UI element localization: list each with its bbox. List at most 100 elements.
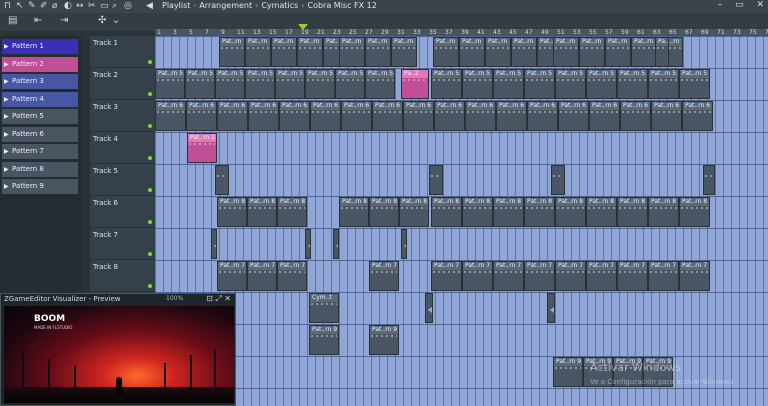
playlist-clip[interactable]: Pat..rn 1 <box>433 37 459 67</box>
playlist-clip[interactable]: Pat..rn 7 <box>462 261 493 291</box>
playlist-clip[interactable]: Pat..rn 6 <box>651 101 682 131</box>
pattern-select-icon[interactable]: ✣ <box>98 15 106 26</box>
playlist-clip[interactable]: Pat..rn 5 <box>462 69 493 99</box>
playlist-clip[interactable]: Pat..rn 1 <box>631 37 657 67</box>
track-mute-led[interactable] <box>148 92 152 96</box>
playlist-clip[interactable]: Pat..rn 8 <box>617 197 648 227</box>
playlist-clip[interactable]: Pat..rn 5 <box>215 69 245 99</box>
playlist-clip[interactable]: Pat..rn 8 <box>369 197 399 227</box>
track-mute-led[interactable] <box>148 220 152 224</box>
playlist-clip[interactable] <box>551 165 565 195</box>
playlist-clip[interactable]: Pat..rn 7 <box>493 261 524 291</box>
playlist-clip[interactable]: Pat..rn 8 <box>247 197 277 227</box>
playlist-clip[interactable]: Pat..rn 7 <box>431 261 462 291</box>
pattern-item[interactable]: ▶ Pattern 2 <box>2 56 78 72</box>
playlist-clip[interactable]: Pat..rn 8 <box>679 197 710 227</box>
playlist-clip[interactable]: Pat..rn 9 <box>553 357 583 387</box>
playlist-clip[interactable]: Pat..rn 1 <box>365 37 391 67</box>
track-mute-led[interactable] <box>148 60 152 64</box>
playlist-clip[interactable]: Pat..rn 8 <box>217 197 247 227</box>
track-header[interactable]: Track 5 <box>90 164 155 196</box>
pattern-item[interactable]: ▶ Pattern 8 <box>2 161 78 177</box>
playlist-clip[interactable]: Pat..rn 7 <box>217 261 247 291</box>
playlist-clip[interactable]: Pat..rn 6 <box>589 101 620 131</box>
playlist-clip[interactable]: Pat..rn 8 <box>648 197 679 227</box>
track-mute-led[interactable] <box>148 252 152 256</box>
slice-icon[interactable]: ✂ <box>88 1 96 11</box>
playlist-clip[interactable] <box>215 165 229 195</box>
playlist-clip[interactable]: Pat..rn 7 <box>679 261 710 291</box>
timeline-ruler[interactable]: 1 3 5 7 9 11 13 15 17 19 21 23 25 27 29 31 33 35 37 39 41 43 4… <box>155 29 768 36</box>
playlist-clip[interactable]: Pat..rn 5 <box>365 69 395 99</box>
playlist-clip[interactable]: Pat..rn 8 <box>555 197 586 227</box>
playlist-clip[interactable]: Pat..rn 1 <box>391 37 417 67</box>
playlist-clip[interactable]: Pat..rn 6 <box>248 101 279 131</box>
playlist-clip[interactable]: Pat..rn 6 <box>496 101 527 131</box>
playlist-clip[interactable]: Pat..rn 5 <box>275 69 305 99</box>
playlist-clip[interactable]: Pat..rn 7 <box>369 261 399 291</box>
playlist-clip[interactable] <box>547 293 555 323</box>
playlist-clip[interactable]: Pat..rn 8 <box>493 197 524 227</box>
select-icon[interactable]: ▭ <box>100 1 109 11</box>
pattern-item[interactable]: ▶ Pattern 9 <box>2 179 78 194</box>
pattern-item[interactable]: ▶ Pattern 5 <box>2 109 78 124</box>
playlist-clip[interactable]: Pat..rn 8 <box>339 197 369 227</box>
playlist-clip[interactable]: Pat..rn 5 <box>586 69 617 99</box>
playlist-clip[interactable]: Pat..rn 5 <box>617 69 648 99</box>
breadcrumb-item[interactable]: Cymatics <box>261 1 298 10</box>
playlist-clip[interactable]: Pat..rn 8 <box>586 197 617 227</box>
pattern-menu-icon[interactable]: ▤ <box>8 15 17 26</box>
expand-icon[interactable]: ⤢ <box>215 294 221 303</box>
playlist-clip[interactable] <box>211 229 217 259</box>
playlist-clip[interactable]: Pat..rn 1 <box>579 37 605 67</box>
playlist-clip[interactable]: Pat..rn 7 <box>586 261 617 291</box>
playlist-clip[interactable]: Pat..rn 5 <box>305 69 335 99</box>
detach-icon[interactable]: ⊡ <box>206 294 213 303</box>
pattern-item[interactable]: ▶ Pattern 4 <box>2 91 78 107</box>
speaker-icon[interactable]: ◀ <box>146 1 153 11</box>
playlist-clip[interactable]: Pa..2 <box>401 69 429 99</box>
playlist-clip[interactable]: Pat..rn 5 <box>648 69 679 99</box>
track-mute-led[interactable] <box>148 156 152 160</box>
playlist-clip[interactable]: Pat..rn 5 <box>155 69 185 99</box>
playlist-clip[interactable]: Pat..rn 6 <box>155 101 186 131</box>
playlist-clip[interactable]: Pat..rn 6 <box>310 101 341 131</box>
playlist-clip[interactable]: Pat..rn 1 <box>459 37 485 67</box>
playlist-clip[interactable]: Pat..rn 1 <box>553 37 579 67</box>
slip-icon[interactable]: ↔ <box>76 1 84 11</box>
playlist-clip[interactable]: Pat..rn 7 <box>555 261 586 291</box>
playlist-clip[interactable]: Pat..rn 7 <box>617 261 648 291</box>
playlist-clip[interactable]: Pat..rn 6 <box>403 101 434 131</box>
playlist-clip[interactable]: Pat..rn 1 <box>219 37 245 67</box>
track-header[interactable]: Track 1 <box>90 36 155 68</box>
playback-icon[interactable]: ◎ <box>124 1 132 11</box>
track-header[interactable]: Track 4 <box>90 132 155 164</box>
minimize-icon[interactable]: – <box>718 0 723 10</box>
playlist-clip[interactable]: Pat..rn 8 <box>462 197 493 227</box>
playlist-clip[interactable]: Pat..rn 8 <box>431 197 462 227</box>
playlist-clip[interactable]: Pat..rn 1 <box>605 37 631 67</box>
playlist-clip[interactable] <box>305 229 311 259</box>
playlist-clip[interactable]: Pat..rn 7 <box>277 261 307 291</box>
track-header[interactable]: Track 7 <box>90 228 155 260</box>
playlist-clip[interactable]: Pat..rn 5 <box>185 69 215 99</box>
playlist-clip[interactable]: Pat..rn 6 <box>372 101 403 131</box>
playlist-clip[interactable]: Pat..rn 6 <box>527 101 558 131</box>
playlist-clip[interactable]: Pat..rn 9 <box>309 325 339 355</box>
paint-icon[interactable]: ✎ <box>28 1 36 11</box>
playlist-clip[interactable]: Pat..rn 7 <box>524 261 555 291</box>
playlist-clip[interactable]: Pat..rn 2 <box>187 133 217 163</box>
playlist-clip[interactable]: Pat..rn 1 <box>271 37 297 67</box>
playlist-clip[interactable]: Pat..rn 6 <box>186 101 217 131</box>
playlist-clip[interactable]: Pat..rn 8 <box>399 197 429 227</box>
pointer-icon[interactable]: ↖ <box>16 1 24 11</box>
playlist-clip[interactable]: Pat..rn 5 <box>679 69 710 99</box>
close-icon[interactable]: ✕ <box>756 0 764 10</box>
chevron-down-icon[interactable]: ⌄ <box>112 15 120 26</box>
maximize-icon[interactable]: ▭ <box>735 0 744 10</box>
preview-zoom[interactable]: 100% <box>166 295 183 302</box>
playlist-clip[interactable] <box>703 165 715 195</box>
playlist-clip[interactable]: Pat..rn 8 <box>524 197 555 227</box>
playlist-clip[interactable]: Pat..rn 5 <box>555 69 586 99</box>
zoom-icon[interactable]: ⌕ <box>112 1 117 11</box>
